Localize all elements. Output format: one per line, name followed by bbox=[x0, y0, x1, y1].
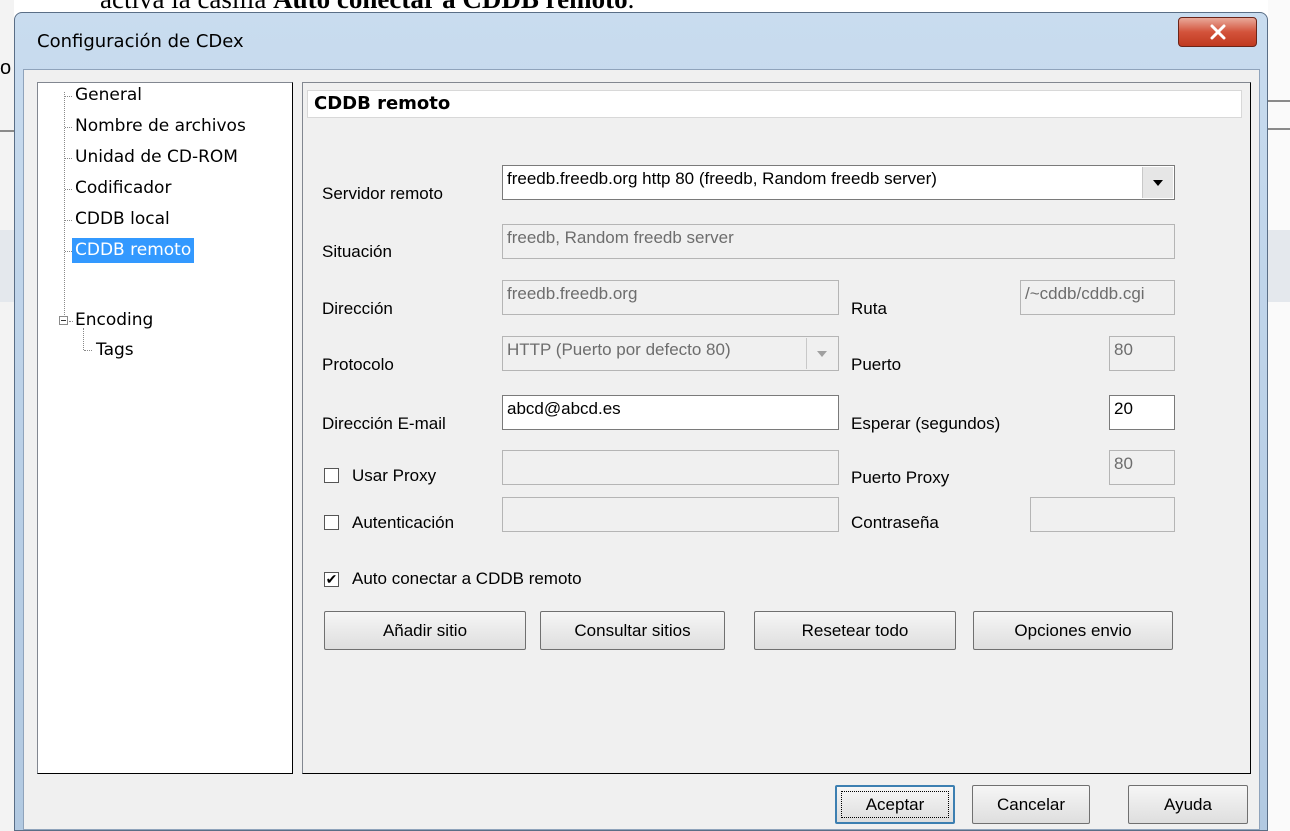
resetear-todo-button[interactable]: Resetear todo bbox=[754, 611, 956, 650]
tree-guide-line bbox=[65, 158, 72, 159]
tree-item-cddb-local[interactable]: CDDB local bbox=[72, 207, 173, 232]
focus-rectangle bbox=[841, 791, 949, 818]
autenticacion-checkbox[interactable] bbox=[324, 515, 339, 530]
direccion-field[interactable]: freedb.freedb.org bbox=[502, 280, 839, 315]
esperar-field[interactable]: 20 bbox=[1109, 395, 1175, 430]
background-left-char: o bbox=[0, 57, 12, 79]
cddb-remoto-panel: CDDB remoto Servidor remoto freedb.freed… bbox=[302, 82, 1251, 774]
tree-guide-line bbox=[84, 350, 92, 351]
tree-guide-line bbox=[65, 251, 72, 252]
tree-item-unidad-cdrom[interactable]: Unidad de CD-ROM bbox=[72, 145, 241, 170]
opciones-envio-button[interactable]: Opciones envio bbox=[973, 611, 1173, 650]
background-right-band bbox=[1268, 230, 1290, 302]
background-right-strip bbox=[1268, 0, 1290, 831]
servidor-remoto-label: Servidor remoto bbox=[322, 184, 443, 203]
puerto-proxy-field[interactable]: 80 bbox=[1109, 450, 1175, 485]
tree-item-encoding[interactable]: Encoding bbox=[72, 308, 156, 333]
aceptar-button[interactable]: Aceptar bbox=[835, 785, 955, 824]
tree-guide-line bbox=[65, 189, 72, 190]
esperar-label: Esperar (segundos) bbox=[851, 414, 1001, 433]
tree-item-cddb-remoto[interactable]: CDDB remoto bbox=[72, 238, 195, 263]
email-field[interactable]: abcd@abcd.es bbox=[502, 395, 839, 430]
cdex-settings-dialog: Configuración de CDex General Nombre de … bbox=[14, 12, 1268, 831]
tree-guide-line bbox=[65, 96, 72, 97]
auto-conectar-checkbox[interactable]: ✔ bbox=[324, 572, 339, 587]
background-divider bbox=[0, 130, 14, 132]
chevron-down-icon[interactable] bbox=[1142, 167, 1173, 198]
collapse-icon[interactable] bbox=[59, 316, 68, 325]
panel-header: CDDB remoto bbox=[307, 90, 1242, 118]
puerto-label: Puerto bbox=[851, 355, 902, 374]
situacion-field[interactable]: freedb, Random freedb server bbox=[502, 224, 1175, 259]
background-left-band bbox=[0, 230, 14, 302]
window-title: Configuración de CDex bbox=[37, 31, 244, 52]
direccion-label: Dirección bbox=[322, 299, 393, 318]
tree-guide-line bbox=[65, 220, 72, 221]
consultar-sitios-button[interactable]: Consultar sitios bbox=[540, 611, 725, 650]
usar-proxy-label: Usar Proxy bbox=[352, 466, 437, 485]
close-button[interactable] bbox=[1178, 17, 1257, 47]
tree-item-codificador[interactable]: Codificador bbox=[72, 176, 174, 201]
checkmark-icon: ✔ bbox=[325, 571, 338, 587]
tree-item-tags[interactable]: Tags bbox=[93, 338, 137, 363]
email-label: Dirección E-mail bbox=[322, 414, 446, 433]
tree-item-nombre-archivos[interactable]: Nombre de archivos bbox=[72, 114, 249, 139]
protocolo-value: HTTP (Puerto por defecto 80) bbox=[507, 340, 731, 359]
servidor-remoto-select[interactable]: freedb.freedb.org http 80 (freedb, Rando… bbox=[502, 165, 1175, 200]
tree-guide-line bbox=[65, 127, 72, 128]
background-left-strip bbox=[0, 0, 14, 831]
panel-title: CDDB remoto bbox=[314, 93, 451, 114]
ruta-label: Ruta bbox=[851, 299, 887, 318]
situacion-label: Situación bbox=[322, 242, 392, 261]
protocolo-label: Protocolo bbox=[322, 355, 394, 374]
close-icon bbox=[1210, 24, 1225, 40]
background-divider bbox=[1268, 128, 1290, 130]
ayuda-button[interactable]: Ayuda bbox=[1128, 785, 1248, 824]
protocolo-select[interactable]: HTTP (Puerto por defecto 80) bbox=[502, 336, 839, 371]
background-divider bbox=[1268, 100, 1290, 102]
puerto-field[interactable]: 80 bbox=[1109, 336, 1175, 371]
usar-proxy-checkbox[interactable] bbox=[324, 468, 339, 483]
chevron-down-icon bbox=[806, 338, 837, 369]
settings-tree[interactable]: General Nombre de archivos Unidad de CD-… bbox=[37, 82, 293, 774]
ruta-field[interactable]: /~cddb/cddb.cgi bbox=[1020, 280, 1175, 315]
proxy-address-field[interactable] bbox=[502, 450, 839, 485]
autenticacion-label: Autenticación bbox=[352, 513, 455, 532]
dialog-client-area: General Nombre de archivos Unidad de CD-… bbox=[23, 69, 1260, 830]
contrasena-label: Contraseña bbox=[851, 513, 939, 532]
usuario-field[interactable] bbox=[502, 497, 839, 532]
tree-item-general[interactable]: General bbox=[72, 83, 145, 108]
servidor-remoto-value: freedb.freedb.org http 80 (freedb, Rando… bbox=[507, 169, 937, 188]
auto-conectar-label: Auto conectar a CDDB remoto bbox=[352, 569, 582, 588]
cancelar-button[interactable]: Cancelar bbox=[972, 785, 1090, 824]
tree-guide-line bbox=[64, 92, 65, 317]
contrasena-field[interactable] bbox=[1030, 497, 1175, 532]
puerto-proxy-label: Puerto Proxy bbox=[851, 468, 950, 487]
anadir-sitio-button[interactable]: Añadir sitio bbox=[324, 611, 526, 650]
